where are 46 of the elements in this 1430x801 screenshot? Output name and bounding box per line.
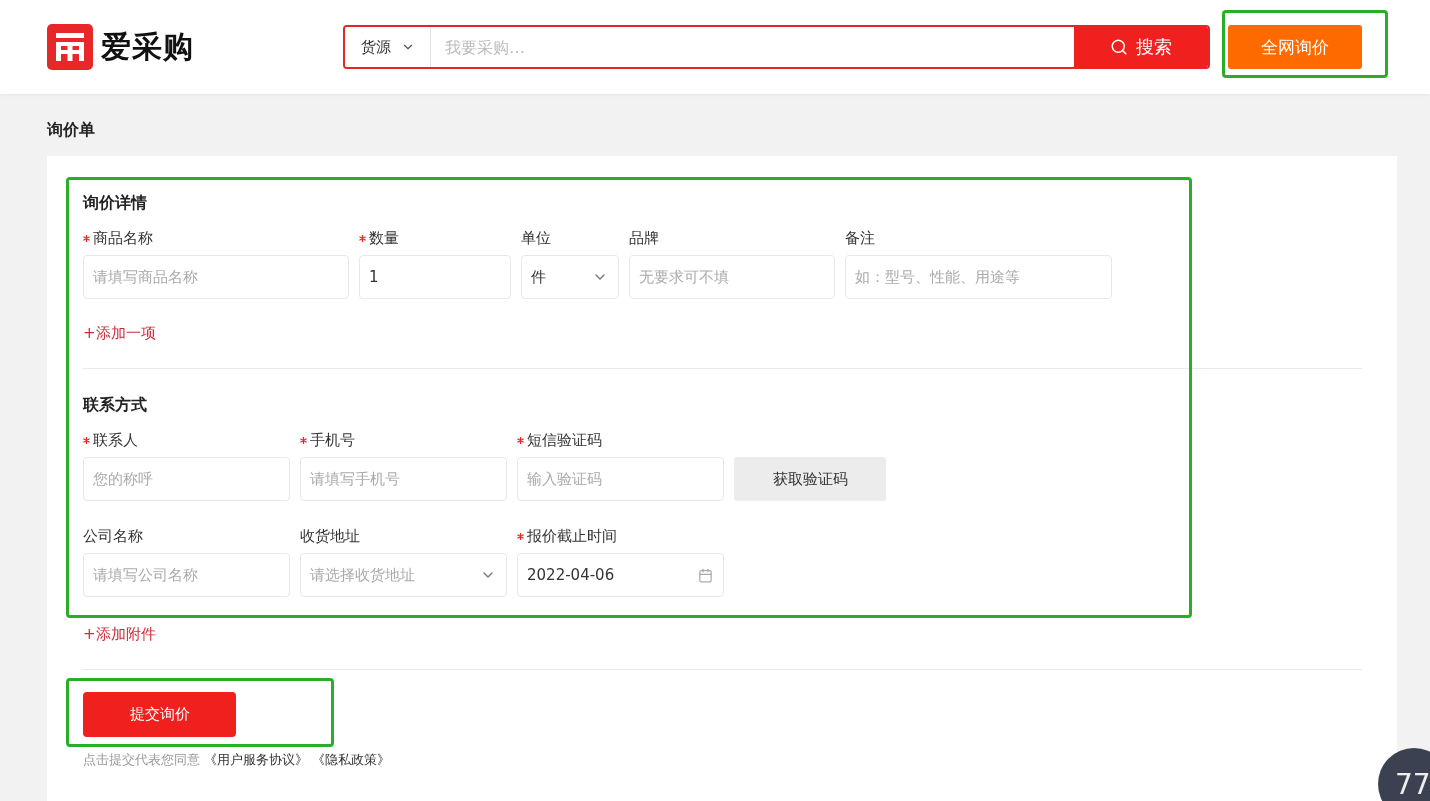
search-button[interactable]: 搜索 [1074,27,1208,67]
get-code-button[interactable]: 获取验证码 [734,457,886,501]
field-label: 商品名称 [93,229,153,248]
score-badge[interactable]: 77 [1378,748,1430,801]
field-label: 手机号 [310,431,355,450]
agreement-link[interactable]: 《隐私政策》 [312,751,390,769]
search-icon [1110,38,1128,56]
required-mark-icon [83,437,90,444]
field-label: 收货地址 [300,527,360,546]
field-label: 短信验证码 [527,431,602,450]
input-field[interactable]: 请填写手机号 [300,457,507,501]
field-label: 联系人 [93,431,138,450]
input-field[interactable]: 请填写商品名称 [83,255,349,299]
input-field[interactable]: 输入验证码 [517,457,724,501]
input-field[interactable]: 无要求可不填 [629,255,835,299]
calendar-icon [698,567,713,583]
required-mark-icon [359,235,366,242]
agreement-link[interactable]: 《用户服务协议》 [204,751,308,769]
search-field[interactable]: 货源 我要采购… 搜索 [343,25,1210,69]
input-field[interactable]: 您的称呼 [83,457,290,501]
field-label: 单位 [521,229,551,248]
agreement-text: 点击提交代表您同意 [83,751,200,769]
select-field[interactable]: 件 [521,255,619,299]
logo-icon [47,24,93,70]
add-link[interactable]: +添加一项 [83,324,156,343]
page-title: 询价单 [45,119,96,141]
logo-text: 爱采购 [101,27,194,66]
field-label: 报价截止时间 [527,527,617,546]
input-field[interactable]: 1 [359,255,511,299]
field-label: 数量 [369,229,399,248]
category-dropdown[interactable]: 货源 [345,27,431,67]
select-field[interactable]: 请选择收货地址 [300,553,507,597]
submit-button[interactable]: 提交询价 [83,692,236,737]
required-mark-icon [517,533,524,540]
field-label: 备注 [845,229,875,248]
required-mark-icon [300,437,307,444]
date-field[interactable]: 2022-04-06 [517,553,724,597]
section-title: 联系方式 [83,395,148,416]
input-field[interactable]: 如：型号、性能、用途等 [845,255,1112,299]
required-mark-icon [83,235,90,242]
add-link[interactable]: +添加附件 [83,625,156,644]
field-label: 公司名称 [83,527,143,546]
input-field[interactable]: 请填写公司名称 [83,553,290,597]
required-mark-icon [517,437,524,444]
field-label: 品牌 [629,229,659,248]
section-title: 询价详情 [83,193,148,214]
